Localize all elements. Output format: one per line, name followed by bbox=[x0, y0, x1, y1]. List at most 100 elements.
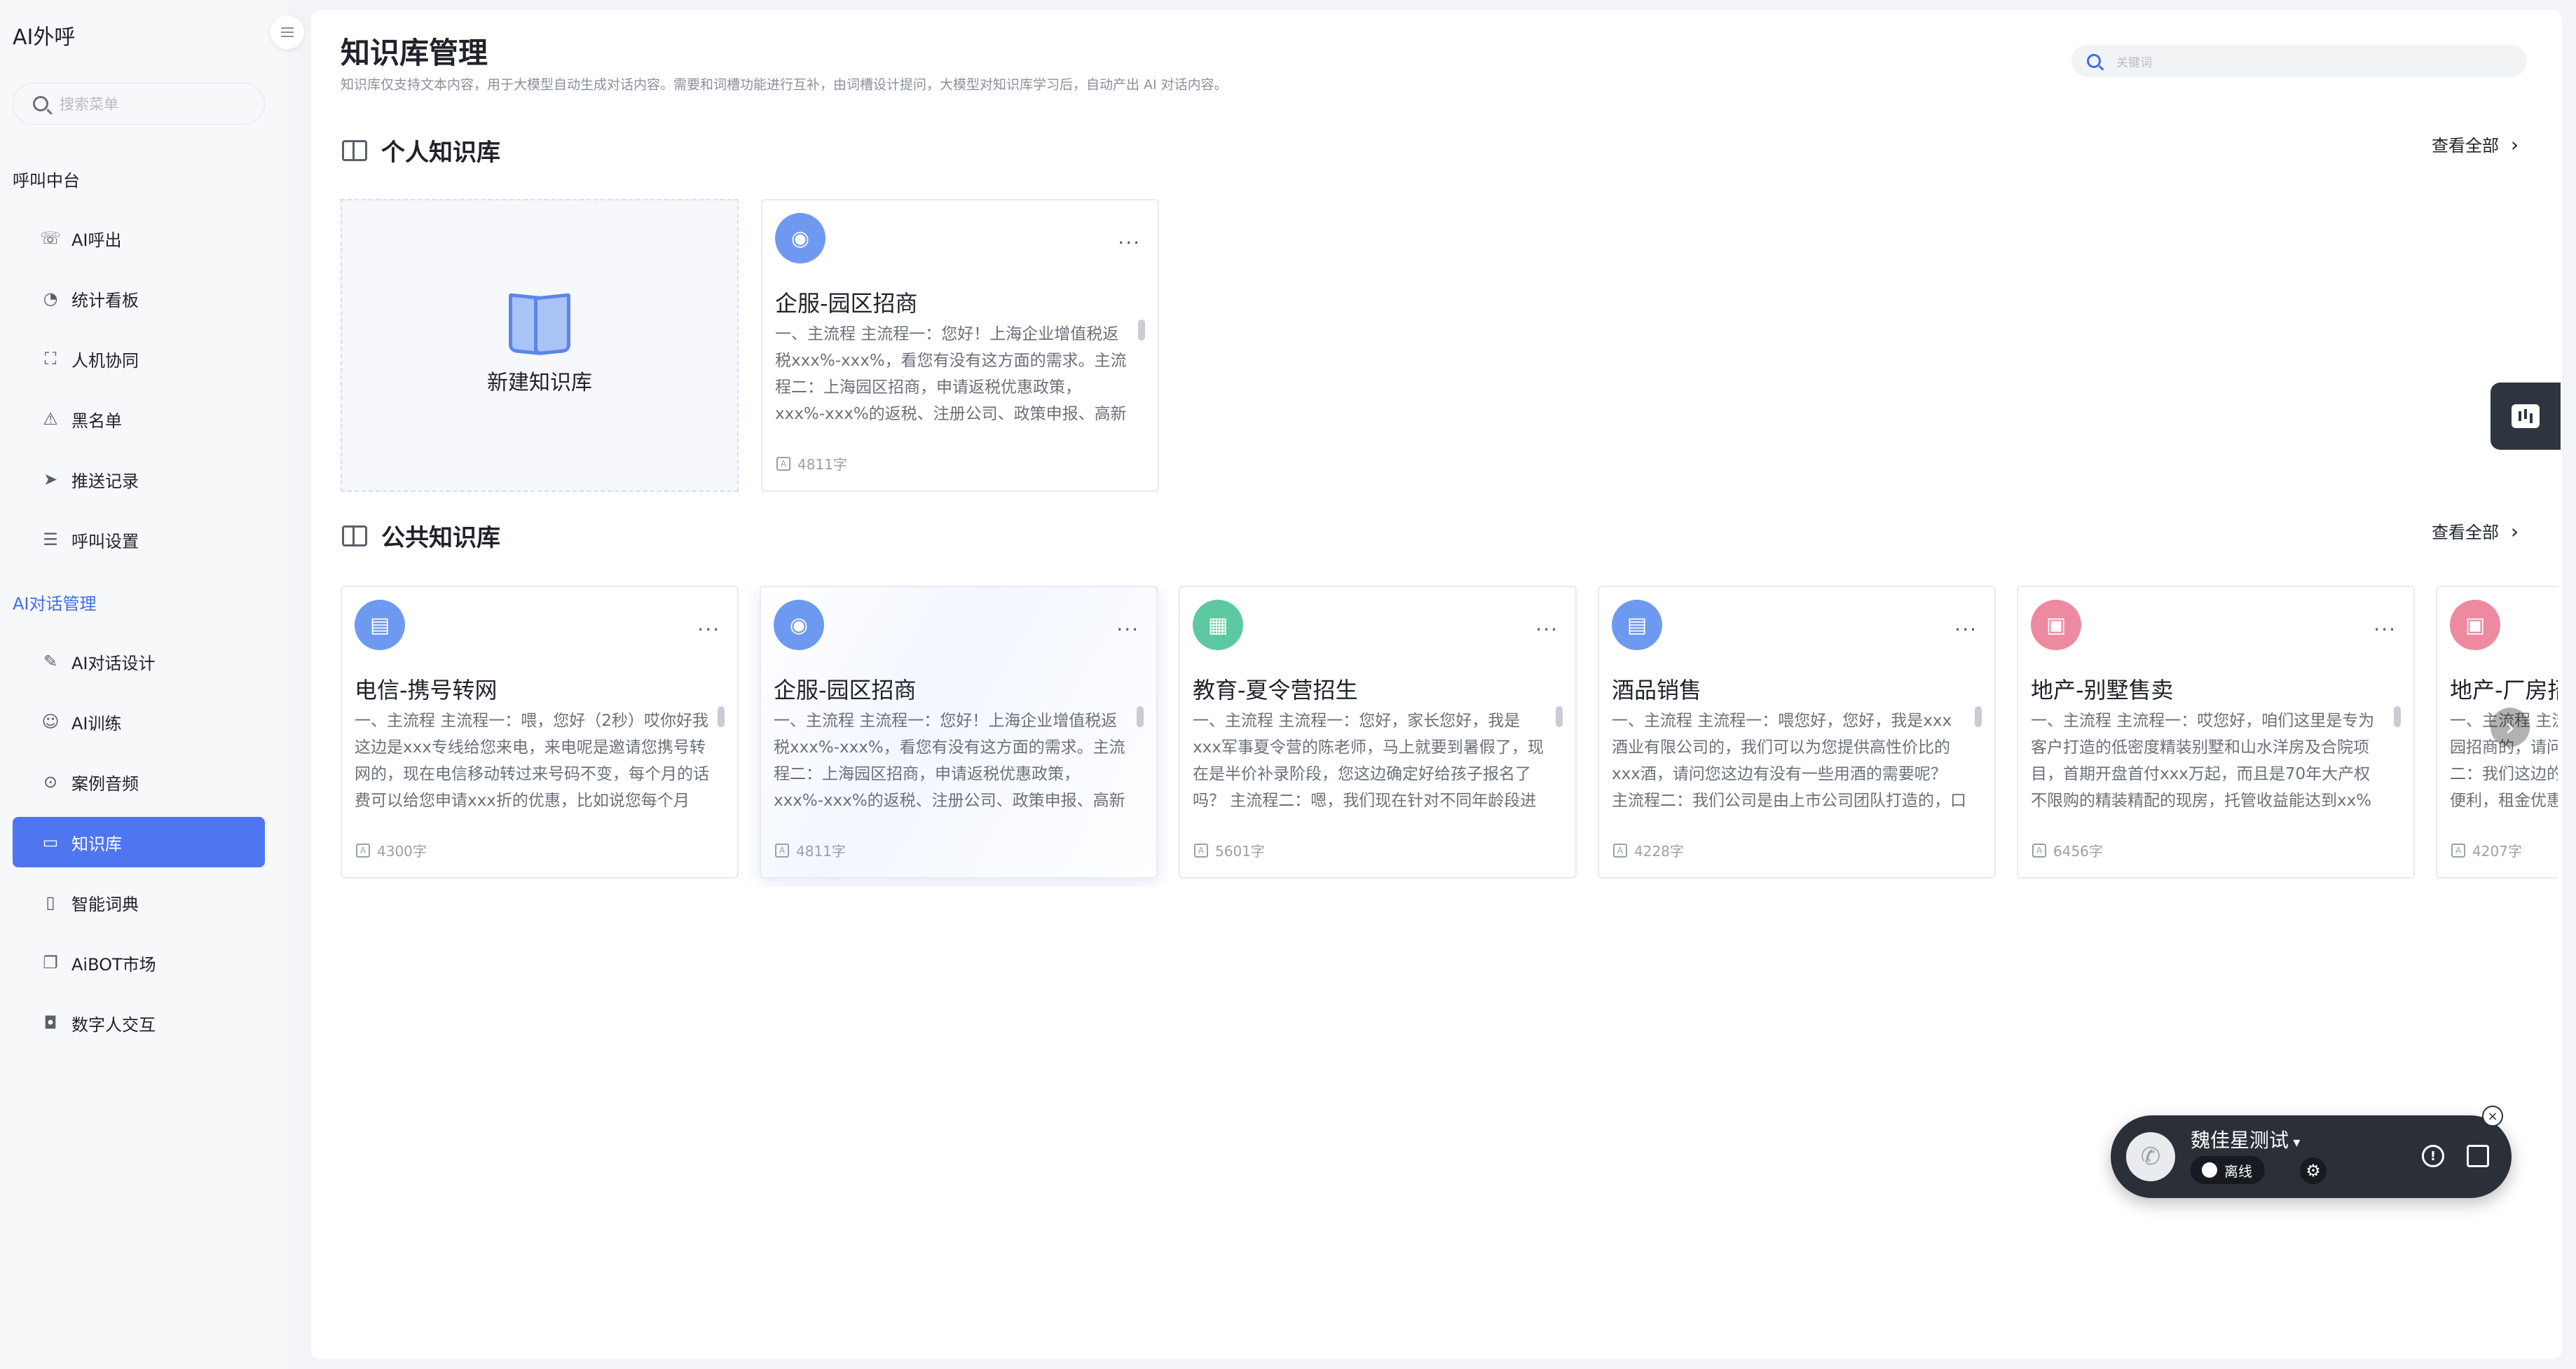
card-body: 一、主流程 主流程一：您好！上海企业增值税返税xxx%-xxx%，看您有没有这方… bbox=[774, 712, 1125, 810]
knowledge-card[interactable]: ◉ ··· 企服-园区招商 一、主流程 主流程一：您好！上海企业增值税返税xxx… bbox=[760, 586, 1158, 879]
monitor-icon: ▭ bbox=[42, 832, 59, 852]
sidebar-item-call-settings[interactable]: ☰ 呼叫设置 bbox=[13, 514, 265, 565]
park-icon: ◉ bbox=[774, 600, 824, 650]
sidebar-item-label: 人机协同 bbox=[71, 350, 139, 371]
text-icon: A bbox=[356, 843, 370, 858]
card-title: 企服-园区招商 bbox=[774, 677, 917, 703]
public-view-all-link[interactable]: 查看全部 bbox=[2432, 518, 2519, 543]
info-icon[interactable]: ! bbox=[2422, 1145, 2444, 1167]
sidebar-item-aibot-market[interactable]: ❐ AiBOT市场 bbox=[13, 937, 265, 988]
window-icon: ❐ bbox=[43, 953, 58, 972]
sidebar-item-dialog-design[interactable]: ✎ AI对话设计 bbox=[13, 636, 265, 687]
sidebar-item-label: AI训练 bbox=[71, 713, 122, 734]
sidebar-item-dashboard[interactable]: ◔ 统计看板 bbox=[13, 273, 265, 324]
search-icon bbox=[2087, 54, 2101, 68]
sidebar: AI外呼 搜索菜单 呼叫中台 ☏ AI呼出 ◔ 统计看板 ⛶ 人机协同 ⚠ 黑名单 ➤ 推… bbox=[0, 0, 287, 1369]
agent-status-toggle[interactable]: 离线 bbox=[2191, 1156, 2265, 1184]
card-scrollbar[interactable] bbox=[1556, 706, 1563, 727]
card-word-count: A 4207字 bbox=[2451, 840, 2522, 860]
card-scrollbar[interactable] bbox=[1975, 706, 1982, 727]
knowledge-card[interactable]: ▣ ··· 地产-别墅售卖 一、主流程 主流程一：哎您好，咱们这里是专为客户打造… bbox=[2017, 586, 2415, 879]
sidebar-item-knowledge-base[interactable]: ▭ 知识库 bbox=[13, 817, 265, 867]
more-options-icon[interactable]: ··· bbox=[1535, 618, 1558, 641]
card-title: 地产-厂房招商 bbox=[2450, 677, 2558, 703]
keyword-search-placeholder: 关键词 bbox=[2116, 55, 2152, 70]
pie-chart-icon: ◔ bbox=[43, 289, 58, 308]
settings-icon[interactable]: ⚙ bbox=[2300, 1157, 2327, 1184]
card-title: 企服-园区招商 bbox=[775, 290, 918, 317]
word-count-value: 5601字 bbox=[1215, 843, 1265, 860]
phone-icon[interactable]: ✆ bbox=[2126, 1132, 2175, 1181]
page-title: 知识库管理 bbox=[341, 36, 488, 70]
card-scrollbar[interactable] bbox=[718, 706, 725, 727]
sidebar-item-ai-outbound[interactable]: ☏ AI呼出 bbox=[13, 213, 265, 263]
card-scrollbar[interactable] bbox=[1138, 319, 1145, 340]
new-knowledge-base-button[interactable]: 新建知识库 bbox=[341, 199, 739, 492]
card-word-count: A 4811字 bbox=[775, 840, 846, 860]
more-options-icon[interactable]: ··· bbox=[1118, 231, 1141, 254]
menu-search-placeholder: 搜索菜单 bbox=[60, 96, 118, 113]
more-options-icon[interactable]: ··· bbox=[1954, 618, 1978, 641]
word-count-value: 4811字 bbox=[797, 456, 847, 473]
feedback-tab-button[interactable] bbox=[2491, 383, 2561, 450]
card-word-count: A 4300字 bbox=[356, 840, 427, 860]
knowledge-card[interactable]: ◉ ··· 企服-园区招商 一、主流程 主流程一：您好！上海企业增值税返税xxx… bbox=[761, 199, 1159, 492]
text-icon: A bbox=[2451, 843, 2465, 858]
pen-icon: ✎ bbox=[43, 652, 58, 671]
text-icon: A bbox=[1194, 843, 1208, 858]
carousel-next-button[interactable]: › bbox=[2491, 708, 2530, 747]
agent-status-label: 离线 bbox=[2224, 1162, 2252, 1180]
sidebar-item-ai-training[interactable]: ☺ AI训练 bbox=[13, 696, 265, 747]
more-options-icon[interactable]: ··· bbox=[1116, 618, 1139, 641]
sidebar-item-label: 智能词典 bbox=[71, 894, 139, 914]
keyword-search-input[interactable]: 关键词 bbox=[2071, 45, 2527, 77]
sidebar-item-label: 案例音频 bbox=[71, 773, 139, 794]
sidebar-item-push-records[interactable]: ➤ 推送记录 bbox=[13, 454, 265, 504]
sidebar-item-blacklist[interactable]: ⚠ 黑名单 bbox=[13, 394, 265, 444]
new-knowledge-base-label: 新建知识库 bbox=[487, 371, 592, 395]
call-widget: ✆ 魏佳星测试 离线 ⚙ ! × bbox=[2111, 1106, 2512, 1198]
sidebar-item-digital-human[interactable]: ◘ 数字人交互 bbox=[13, 998, 265, 1048]
close-icon[interactable]: × bbox=[2482, 1106, 2503, 1127]
card-word-count: A 5601字 bbox=[1194, 840, 1265, 860]
sidebar-item-label: AI呼出 bbox=[71, 230, 122, 250]
page-description: 知识库仅支持文本内容，用于大模型自动生成对话内容。需要和词槽功能进行互补，由词槽… bbox=[341, 77, 1228, 92]
sidebar-item-label: 推送记录 bbox=[71, 471, 139, 491]
card-title: 酒品销售 bbox=[1612, 677, 1702, 703]
notebook-icon: ▦ bbox=[1193, 600, 1243, 650]
public-section-header: 公共知识库 bbox=[342, 518, 500, 553]
chat-icon: ☺ bbox=[41, 712, 60, 731]
agent-name-dropdown[interactable]: 魏佳星测试 bbox=[2191, 1125, 2300, 1153]
word-count-value: 4811字 bbox=[796, 843, 846, 860]
voice-message-icon bbox=[2512, 404, 2540, 428]
card-title: 教育-夏令营招生 bbox=[1193, 677, 1358, 703]
expand-icon[interactable] bbox=[2467, 1145, 2489, 1167]
personal-view-all-link[interactable]: 查看全部 bbox=[2432, 132, 2519, 156]
knowledge-card[interactable]: ▤ ··· 电信-携号转网 一、主流程 主流程一：喂，您好（2秒）哎你好我这边是… bbox=[341, 586, 739, 879]
menu-icon bbox=[281, 32, 294, 33]
phone-icon: ☏ bbox=[40, 228, 62, 248]
card-scrollbar[interactable] bbox=[1137, 706, 1144, 727]
message-icon: ▤ bbox=[355, 600, 405, 650]
public-cards-carousel: ▤ ··· 电信-携号转网 一、主流程 主流程一：喂，您好（2秒）哎你好我这边是… bbox=[341, 586, 2558, 887]
card-word-count: A 6456字 bbox=[2032, 840, 2103, 860]
sidebar-item-case-audio[interactable]: ⊙ 案例音频 bbox=[13, 757, 265, 807]
more-options-icon[interactable]: ··· bbox=[697, 618, 720, 641]
sidebar-item-dictionary[interactable]: ▯ 智能词典 bbox=[13, 877, 265, 928]
sidebar-item-collaboration[interactable]: ⛶ 人机协同 bbox=[13, 333, 265, 384]
card-body: 一、主流程 主流程一：喂您好，您好，我是xxx酒业有限公司的，我们可以为您提供高… bbox=[1612, 712, 1966, 810]
menu-search-input[interactable]: 搜索菜单 bbox=[13, 83, 265, 125]
more-options-icon[interactable]: ··· bbox=[2373, 618, 2397, 641]
sidebar-item-label: 知识库 bbox=[71, 834, 122, 854]
collapse-sidebar-button[interactable] bbox=[270, 15, 304, 49]
card-body: 一、主流程 主流程一：您好，家长您好，我是xxx军事夏令营的陈老师，马上就要到暑… bbox=[1193, 712, 1544, 810]
app-title: AI外呼 bbox=[13, 25, 76, 50]
card-scrollbar[interactable] bbox=[2394, 706, 2401, 727]
word-count-value: 6456字 bbox=[2053, 843, 2103, 860]
cassette-icon: ⊙ bbox=[43, 772, 58, 792]
search-icon bbox=[33, 96, 48, 111]
text-icon: A bbox=[1613, 843, 1627, 858]
text-icon: A bbox=[775, 843, 789, 858]
knowledge-card[interactable]: ▤ ··· 酒品销售 一、主流程 主流程一：喂您好，您好，我是xxx酒业有限公司… bbox=[1598, 586, 1996, 879]
knowledge-card[interactable]: ▦ ··· 教育-夏令营招生 一、主流程 主流程一：您好，家长您好，我是xxx军… bbox=[1179, 586, 1577, 879]
